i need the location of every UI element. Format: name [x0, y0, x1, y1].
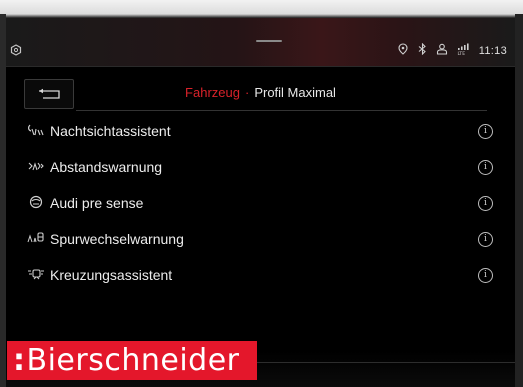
- item-label: Kreuzungsassistent: [50, 267, 173, 283]
- list-item-pre-sense[interactable]: Audi pre sense i: [6, 185, 515, 221]
- item-label: Nachtsichtassistent: [50, 123, 171, 139]
- bluetooth-icon: [418, 42, 427, 59]
- status-bar: LTE 11:13: [6, 18, 515, 67]
- user-icon: [436, 43, 448, 59]
- list-item-cross-traffic[interactable]: Kreuzungsassistent i: [6, 257, 515, 293]
- location-icon: [397, 43, 409, 59]
- page-header: Fahrzeug · Profil Maximal: [6, 76, 515, 110]
- info-icon[interactable]: i: [478, 159, 493, 175]
- page-title: Profil Maximal: [254, 85, 336, 100]
- list-item-distance-warning[interactable]: Abstandswarnung i: [6, 149, 515, 185]
- watermark-logo: : Bierschneider: [7, 341, 257, 380]
- pre-sense-icon: [26, 195, 46, 212]
- header-divider: [76, 110, 487, 111]
- distance-warning-icon: [26, 160, 46, 175]
- list-item-lane-change[interactable]: Spurwechselwarnung i: [6, 221, 515, 257]
- item-label: Abstandswarnung: [50, 159, 163, 175]
- settings-list: Nachtsichtassistent i Abstandswarnung i: [6, 113, 515, 293]
- info-icon[interactable]: i: [478, 267, 493, 283]
- breadcrumb-parent[interactable]: Fahrzeug: [185, 85, 240, 100]
- breadcrumb: Fahrzeug · Profil Maximal: [76, 85, 445, 100]
- back-button[interactable]: [24, 79, 74, 109]
- breadcrumb-separator: ·: [244, 85, 250, 100]
- lane-change-icon: [26, 231, 46, 247]
- list-item-night-vision[interactable]: Nachtsichtassistent i: [6, 113, 515, 149]
- info-icon[interactable]: i: [478, 231, 493, 247]
- bottom-divider: [256, 362, 515, 363]
- svg-text:LTE: LTE: [457, 51, 465, 55]
- item-label: Spurwechselwarnung: [50, 231, 184, 247]
- info-icon[interactable]: i: [478, 195, 493, 211]
- watermark-text: Bierschneider: [26, 343, 240, 378]
- cross-traffic-icon: [26, 268, 46, 283]
- item-label: Audi pre sense: [50, 195, 144, 211]
- lte-signal-icon: LTE: [457, 43, 470, 59]
- back-arrow-icon: [36, 88, 62, 100]
- watermark-colon: :: [13, 343, 26, 378]
- info-icon[interactable]: i: [478, 123, 493, 139]
- infotainment-screen: LTE 11:13 Fahrzeug · Profil Maximal Nach…: [6, 18, 515, 387]
- status-icons: LTE 11:13: [397, 42, 507, 60]
- drag-handle[interactable]: [256, 40, 282, 42]
- gear-hex-icon[interactable]: [10, 44, 24, 58]
- clock: 11:13: [478, 45, 507, 57]
- night-vision-icon: [26, 124, 46, 139]
- bezel-right: [515, 14, 523, 387]
